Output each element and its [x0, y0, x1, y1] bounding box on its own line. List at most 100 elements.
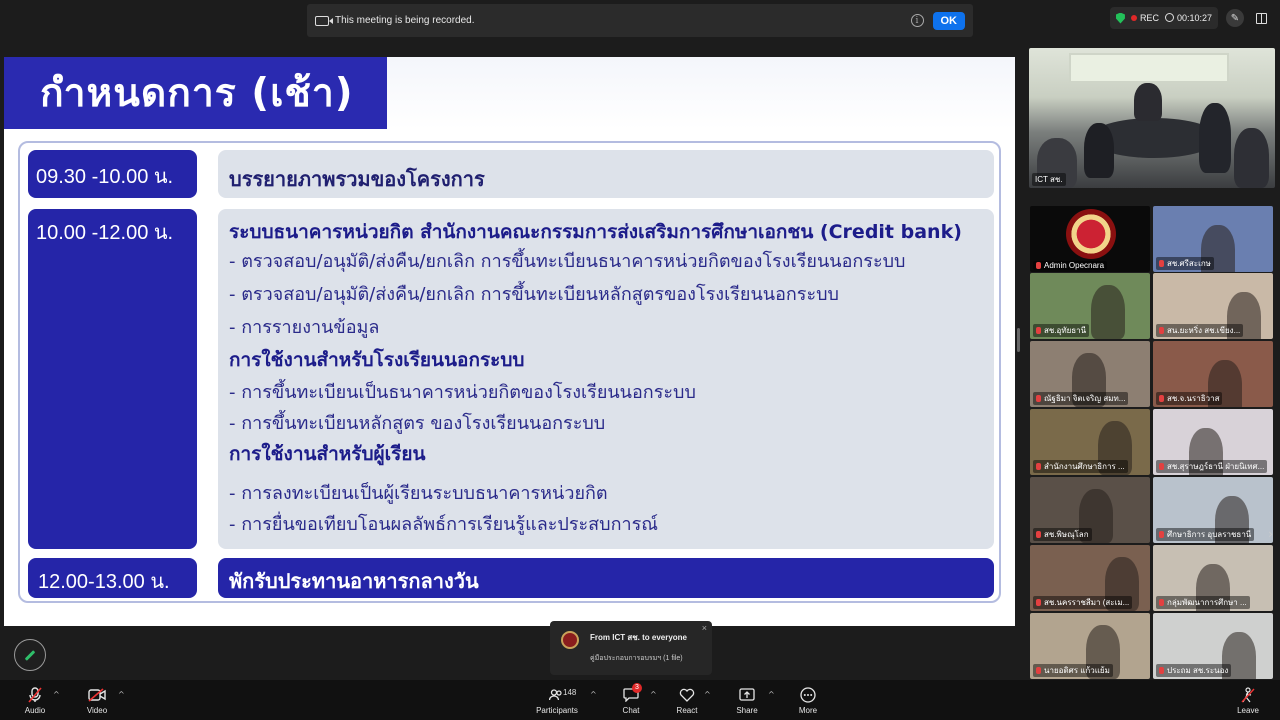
agenda-subitem: - การขึ้นทะเบียนเป็นธนาคารหน่วยกิตของโรง… [229, 382, 696, 403]
mic-muted-icon [1159, 667, 1164, 674]
info-icon[interactable]: i [910, 14, 924, 27]
chevron-up-icon[interactable]: ^ [590, 690, 597, 699]
view-layout-icon[interactable] [1252, 9, 1270, 27]
tile-name-label: สน.ยะหริ่ง สช.เขียง... [1156, 324, 1244, 337]
audio-label: Audio [24, 706, 46, 715]
status-pill[interactable]: REC 00:10:27 [1109, 7, 1218, 29]
more-dots-icon [796, 686, 820, 703]
tile-name-label: ณัฐธิมา จิตเจริญ สมท... [1033, 392, 1129, 405]
annotate-pen-icon[interactable]: ✎ [1226, 9, 1244, 27]
chat-message: คู่มือประกอบการอบรมฯ (1 file) [590, 655, 683, 662]
agenda-item-3: พักรับประทานอาหารกลางวัน [218, 558, 994, 598]
video-tile[interactable]: สช.สุราษฎร์ธานี ฝ่ายนิเทศ... [1153, 409, 1273, 475]
panel-resize-handle[interactable] [1017, 328, 1020, 352]
more-button[interactable]: More [796, 686, 820, 715]
participants-label: Participants [536, 706, 578, 715]
agenda-subitem: - ตรวจสอบ/อนุมัติ/ส่งคืน/ยกเลิก การขึ้นท… [229, 251, 906, 272]
video-label: Video [86, 706, 108, 715]
video-button[interactable]: Video [84, 686, 110, 715]
mic-muted-icon [1159, 463, 1164, 470]
mic-muted-icon [1036, 667, 1041, 674]
leave-button[interactable]: Leave [1236, 686, 1260, 715]
edit-pen-icon[interactable] [14, 639, 46, 671]
participants-button[interactable]: 148 Participants [535, 686, 579, 715]
ok-button[interactable]: OK [932, 11, 965, 30]
mic-muted-icon [1036, 599, 1041, 606]
agenda-subitem: - การรายงานข้อมูล [229, 317, 380, 338]
meeting-status-bar: REC 00:10:27 ✎ [1109, 7, 1270, 29]
clock-icon [1164, 13, 1174, 22]
video-tile[interactable]: สช.จ.นราธิวาส [1153, 341, 1273, 407]
chevron-up-icon[interactable]: ^ [650, 690, 657, 699]
time-slot-3: 12.00-13.00 น. [28, 558, 197, 598]
agenda-heading: การใช้งานสำหรับผู้เรียน [229, 443, 426, 465]
chevron-up-icon[interactable]: ^ [768, 690, 775, 699]
video-tile[interactable]: สำนักงานศึกษาธิการ ... [1030, 409, 1150, 475]
participants-icon: 148 [535, 686, 579, 703]
video-tile[interactable]: กลุ่มพัฒนาการศึกษา ... [1153, 545, 1273, 611]
recording-message: This meeting is being recorded. [335, 15, 475, 26]
video-tile[interactable]: ศึกษาธิการ อุบลราชธานี [1153, 477, 1273, 543]
video-tile[interactable]: สน.ยะหริ่ง สช.เขียง... [1153, 273, 1273, 339]
agenda-subitem: - การยื่นขอเทียบโอนผลลัพธ์การเรียนรู้และ… [229, 514, 658, 535]
participant-name: สำนักงานศึกษาธิการ ... [1044, 462, 1125, 471]
rec-indicator: REC [1130, 13, 1159, 23]
participants-count: 148 [563, 688, 577, 697]
slide-header-band [387, 57, 1015, 129]
video-off-icon [84, 686, 110, 703]
camera-record-icon [315, 15, 333, 26]
video-tile[interactable]: สช.ศรีสะเกษ [1153, 206, 1273, 272]
chevron-up-icon[interactable]: ^ [704, 690, 711, 699]
sender-avatar [561, 631, 579, 649]
participant-name: กลุ่มพัฒนาการศึกษา ... [1167, 598, 1247, 607]
mic-muted-icon [1036, 327, 1041, 334]
chat-label: Chat [622, 706, 640, 715]
mic-muted-icon [22, 686, 48, 703]
mic-muted-icon [1159, 395, 1164, 402]
mic-muted-icon [1159, 260, 1164, 267]
chevron-up-icon[interactable]: ^ [118, 690, 125, 699]
tile-name-label: สช.สุราษฎร์ธานี ฝ่ายนิเทศ... [1156, 460, 1268, 473]
participant-name: นายอดิศร แก้วแย้ม [1044, 666, 1110, 675]
recording-banner: This meeting is being recorded. i OK [307, 4, 973, 37]
audio-button[interactable]: Audio [22, 686, 48, 715]
participant-name: ประถม สช.ระนอง [1167, 666, 1229, 675]
meeting-toolbar: Audio ^ Video ^ 148 Participants ^ 3 Cha… [0, 680, 1280, 720]
chevron-right-icon[interactable]: › [1268, 527, 1273, 541]
mic-muted-icon [1036, 262, 1041, 269]
chat-notification[interactable]: From ICT สช. to everyone คู่มือประกอบการ… [550, 621, 712, 675]
agenda-subitem: - ตรวจสอบ/อนุมัติ/ส่งคืน/ยกเลิก การขึ้นท… [229, 284, 839, 305]
video-tile[interactable]: ณัฐธิมา จิตเจริญ สมท... [1030, 341, 1150, 407]
video-tile-active[interactable]: ICT สช. [1029, 48, 1275, 188]
video-tile[interactable]: สช.นครราชสีมา (สะเม... [1030, 545, 1150, 611]
participant-name: สช.พิษณุโลก [1044, 530, 1089, 539]
participant-name: ICT สช. [1035, 175, 1063, 184]
chat-icon: 3 [619, 683, 643, 703]
video-tile[interactable]: สช.พิษณุโลก [1030, 477, 1150, 543]
participant-name: สช.อุทัยธานี [1044, 326, 1087, 335]
organization-seal-icon [1066, 209, 1116, 259]
react-label: React [676, 706, 698, 715]
agenda-item-1: บรรยายภาพรวมของโครงการ [218, 150, 994, 198]
tile-name-label: สช.จ.นราธิวาส [1156, 392, 1223, 405]
video-tile[interactable]: สช.อุทัยธานี [1030, 273, 1150, 339]
chat-button[interactable]: 3 Chat [619, 683, 643, 715]
agenda-heading: การใช้งานสำหรับโรงเรียนนอกระบบ [229, 349, 525, 371]
chevron-up-icon[interactable]: ^ [53, 690, 60, 699]
participant-name: สน.ยะหริ่ง สช.เขียง... [1167, 326, 1241, 335]
close-icon[interactable]: × [702, 623, 707, 633]
slide-title: กำหนดการ (เช้า) [4, 57, 387, 129]
timer-value: 00:10:27 [1176, 13, 1212, 23]
react-button[interactable]: React [674, 686, 700, 715]
shared-screen-slide: กำหนดการ (เช้า) 09.30 -10.00 น. บรรยายภา… [4, 57, 1015, 626]
rec-label: REC [1139, 13, 1159, 23]
chat-unread-badge: 3 [632, 683, 642, 693]
tile-name-label: ศึกษาธิการ อุบลราชธานี [1156, 528, 1255, 541]
video-tile[interactable]: Admin Opecnara [1030, 206, 1150, 272]
tile-name-label: นายอดิศร แก้วแย้ม [1033, 664, 1113, 677]
video-tile[interactable]: ประถม สช.ระนอง [1153, 613, 1273, 679]
video-tile[interactable]: นายอดิศร แก้วแย้ม [1030, 613, 1150, 679]
agenda-subitem: - การขึ้นทะเบียนหลักสูตร ของโรงเรียนนอกร… [229, 413, 606, 434]
share-button[interactable]: Share [735, 686, 759, 715]
time-slot-1: 09.30 -10.00 น. [28, 150, 197, 198]
